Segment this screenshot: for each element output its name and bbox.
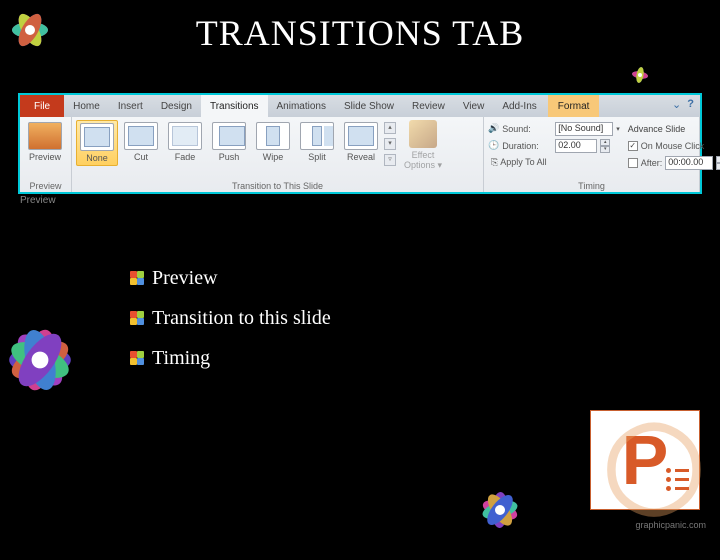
preview-caption: Preview [20,195,56,206]
preview-button[interactable]: Preview [24,120,66,164]
bullet-icon [130,351,144,365]
tab-home[interactable]: Home [64,95,109,117]
flower-decoration [0,290,120,430]
after-checkbox[interactable] [628,158,638,168]
tab-insert[interactable]: Insert [109,95,152,117]
tab-slideshow[interactable]: Slide Show [335,95,403,117]
file-tab[interactable]: File [20,95,64,117]
transition-push[interactable]: Push [208,120,250,164]
flower-decoration [440,460,560,560]
spin-down-icon[interactable]: ▾ [716,163,720,170]
speaker-icon: 🔊 [488,123,499,134]
transition-split[interactable]: Split [296,120,338,164]
powerpoint-logo: ◯P [590,410,700,510]
spin-up-icon[interactable]: ▴ [716,156,720,163]
tab-view[interactable]: View [454,95,494,117]
transition-wipe[interactable]: Wipe [252,120,294,164]
advance-slide-heading: Advance Slide [628,120,720,137]
clock-icon: 🕒 [488,140,499,151]
tab-addins[interactable]: Add-Ins [493,95,545,117]
list-item: Transition to this slide [130,298,331,338]
tab-review[interactable]: Review [403,95,454,117]
sound-dropdown[interactable]: [No Sound] [555,122,613,136]
bullet-list: Preview Transition to this slide Timing [130,258,331,378]
transition-gallery-group: None Cut Fade Push Wipe [72,117,484,192]
gallery-down-icon[interactable]: ▾ [384,138,396,150]
apply-icon: ⎘ [491,157,498,167]
transition-reveal[interactable]: Reveal [340,120,382,164]
watermark: graphicpanic.com [635,520,706,530]
ribbon-tabbar: File Home Insert Design Transitions Anim… [20,95,700,117]
duration-input[interactable]: 02.00 [555,139,597,153]
timing-group: 🔊 Sound: [No Sound] ▾ 🕒 Duration: 02.00 … [484,117,700,192]
on-mouse-click-checkbox[interactable]: ✓ [628,141,638,151]
after-time-input[interactable]: 00:00.00 [665,156,713,170]
transition-cut[interactable]: Cut [120,120,162,164]
preview-group: Preview Preview [20,117,72,192]
gallery-more-icon[interactable]: ▿ [384,154,396,166]
ribbon-screenshot: File Home Insert Design Transitions Anim… [18,93,702,194]
spin-down-icon[interactable]: ▾ [600,146,610,153]
tab-transitions[interactable]: Transitions [201,95,268,117]
minimize-ribbon-icon[interactable]: ⌄ [672,98,681,111]
slide-title: TRANSITIONS TAB [0,12,720,54]
apply-to-all-button[interactable]: ⎘ Apply To All [488,156,550,169]
transition-none[interactable]: None [76,120,118,166]
tab-format[interactable]: Format [548,95,600,117]
gallery-up-icon[interactable]: ▴ [384,122,396,134]
bullet-icon [130,311,144,325]
tab-design[interactable]: Design [152,95,201,117]
bullet-icon [130,271,144,285]
transition-fade[interactable]: Fade [164,120,206,164]
effect-options-button[interactable]: Effect Options ▾ [400,120,446,171]
tab-animations[interactable]: Animations [268,95,335,117]
dropdown-icon[interactable]: ▾ [616,125,620,133]
list-item: Timing [130,338,331,378]
spin-up-icon[interactable]: ▴ [600,139,610,146]
list-item: Preview [130,258,331,298]
help-icon[interactable]: ? [687,98,694,111]
